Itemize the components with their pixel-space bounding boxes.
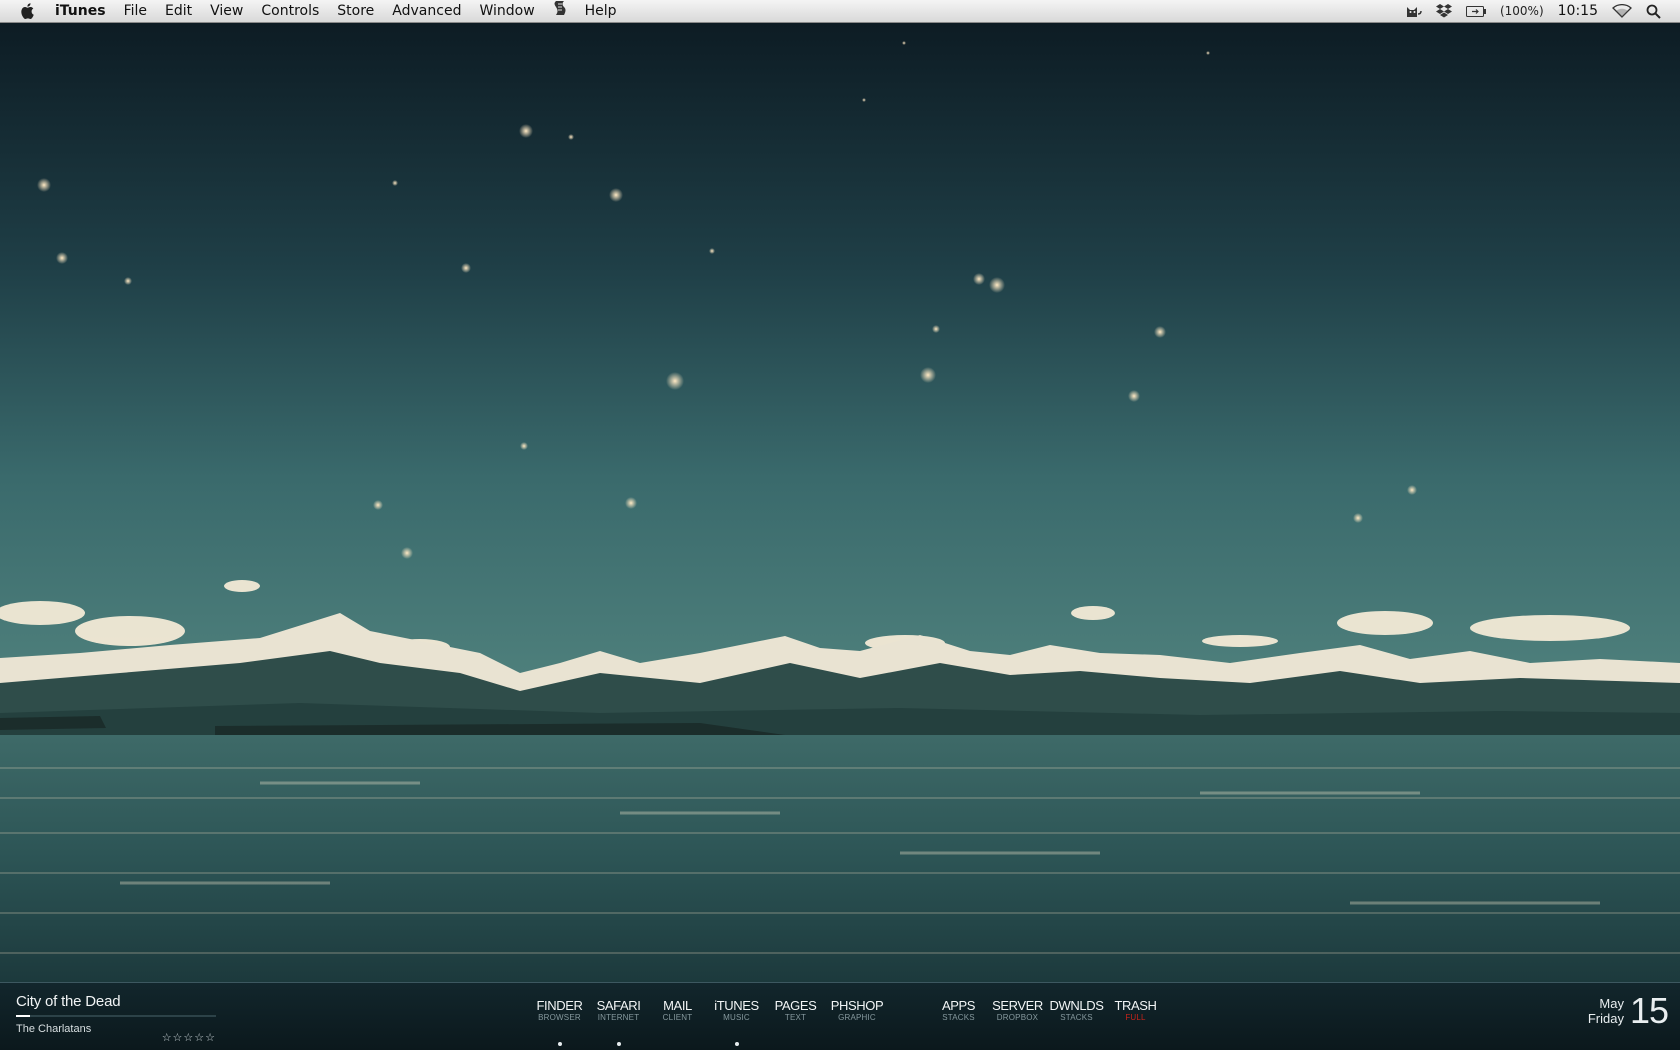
menu-window[interactable]: Window: [470, 0, 543, 22]
dock-item-finder[interactable]: FINDER BROWSER: [530, 998, 589, 1046]
date-widget: May Friday 15: [1587, 990, 1669, 1031]
dock-item-dwnlds[interactable]: DWNLDS STACKS: [1047, 999, 1106, 1023]
dropbox-icon[interactable]: [1429, 3, 1459, 19]
rating-stars[interactable]: ☆☆☆☆☆: [162, 1031, 216, 1044]
menu-file[interactable]: File: [115, 0, 156, 22]
dock-item-sublabel: STACKS: [1060, 1013, 1093, 1022]
dock-item-sublabel: BROWSER: [538, 1013, 581, 1022]
dock-item-sublabel: STACKS: [942, 1013, 975, 1022]
date-month: May: [1599, 996, 1624, 1011]
running-indicator-dot: [557, 1042, 562, 1046]
dock-item-sublabel: INTERNET: [597, 1013, 640, 1022]
dock-item-label: SAFARI: [596, 998, 641, 1013]
script-menu-icon[interactable]: [544, 0, 576, 23]
menu-app-name[interactable]: iTunes: [46, 0, 115, 22]
track-progress-bar[interactable]: [16, 1015, 216, 1017]
running-indicator-dot: [734, 1042, 739, 1046]
dock-item-label: SERVER: [992, 998, 1043, 1013]
apple-icon[interactable]: [16, 0, 38, 22]
dock-item-server[interactable]: SERVER DROPBOX: [988, 999, 1047, 1023]
dock-item-safari[interactable]: SAFARI INTERNET: [589, 998, 648, 1046]
dock-item-sublabel: DROPBOX: [996, 1013, 1039, 1022]
dock-item-sublabel: MUSIC: [723, 1013, 750, 1022]
menu-advanced[interactable]: Advanced: [383, 0, 470, 22]
battery-percent[interactable]: (100%): [1493, 4, 1551, 18]
wifi-icon[interactable]: [1605, 4, 1639, 18]
dock-item-label: MAIL: [663, 998, 692, 1013]
desktop-wallpaper: [0, 23, 1680, 983]
dock-item-sublabel: CLIENT: [662, 1013, 693, 1022]
dock-item-sublabel: GRAPHIC: [838, 1013, 876, 1022]
track-title: City of the Dead: [16, 993, 121, 1010]
battery-icon[interactable]: [1459, 5, 1493, 17]
dock-item-label: APPS: [941, 998, 976, 1013]
dock: FINDER BROWSER SAFARI INTERNET MAIL CLIENT iTU…: [530, 998, 1165, 1046]
track-progress-fill: [16, 1015, 30, 1017]
dock-item-label: iTUNES: [714, 998, 759, 1013]
dock-item-pages[interactable]: PAGES TEXT: [766, 999, 825, 1023]
desktop-screen: iTunes File Edit View Controls Store Adv…: [0, 0, 1680, 1050]
now-playing-widget[interactable]: City of the Dead The Charlatans ☆☆☆☆☆: [16, 993, 216, 1044]
dock-item-sublabel: FULL: [1125, 1013, 1146, 1022]
dock-item-label: PHSHOP: [830, 998, 884, 1013]
date-weekday: Friday: [1587, 1011, 1624, 1026]
menu-view[interactable]: View: [201, 0, 252, 22]
dock-item-label: PAGES: [774, 998, 817, 1013]
menu-bar: iTunes File Edit View Controls Store Adv…: [0, 0, 1680, 23]
cat-icon[interactable]: [1399, 4, 1429, 18]
running-indicator-dot: [616, 1042, 621, 1046]
menu-clock[interactable]: 10:15: [1551, 3, 1605, 19]
dock-item-label: FINDER: [536, 998, 583, 1013]
spotlight-icon[interactable]: [1639, 4, 1668, 19]
dock-item-itunes[interactable]: iTUNES MUSIC: [707, 998, 766, 1046]
dock-item-label: TRASH: [1114, 998, 1157, 1013]
dock-item-apps[interactable]: APPS STACKS: [929, 999, 988, 1023]
bottom-bar: City of the Dead The Charlatans ☆☆☆☆☆ FI…: [0, 982, 1680, 1050]
menu-controls[interactable]: Controls: [252, 0, 328, 22]
menu-store[interactable]: Store: [328, 0, 383, 22]
dock-item-sublabel: TEXT: [784, 1013, 807, 1022]
dock-item-label: DWNLDS: [1049, 998, 1104, 1013]
date-day: 15: [1629, 990, 1669, 1031]
dock-item-trash[interactable]: TRASH FULL: [1106, 999, 1165, 1023]
menu-edit[interactable]: Edit: [156, 0, 201, 22]
menu-help[interactable]: Help: [576, 0, 626, 22]
dock-item-mail[interactable]: MAIL CLIENT: [648, 999, 707, 1023]
dock-item-phshop[interactable]: PHSHOP GRAPHIC: [825, 999, 889, 1023]
